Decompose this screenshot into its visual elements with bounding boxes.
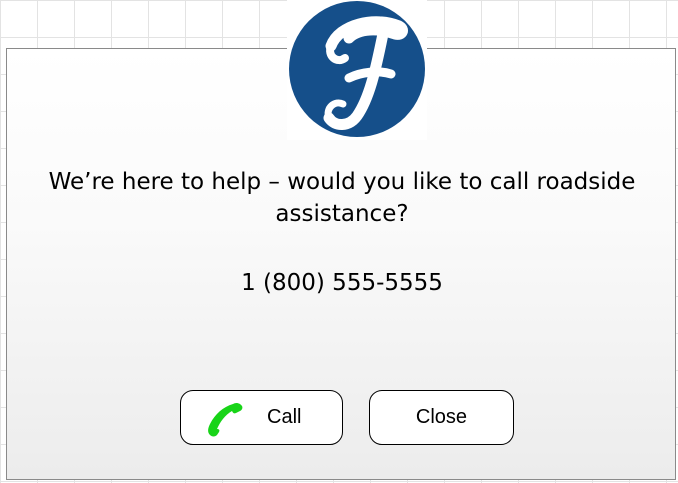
dialog-message: We’re here to help – would you like to c… [48,169,636,227]
phone-handset-icon [208,402,243,437]
close-button-label: Close [415,406,468,428]
call-button[interactable]: Call [180,390,343,445]
close-button[interactable]: Close [369,390,514,445]
script-f-logo-icon [289,1,425,137]
call-button-label: Call [267,406,302,428]
phone-number: 1 (800) 555-5555 [241,270,443,296]
brand-logo [287,0,427,140]
